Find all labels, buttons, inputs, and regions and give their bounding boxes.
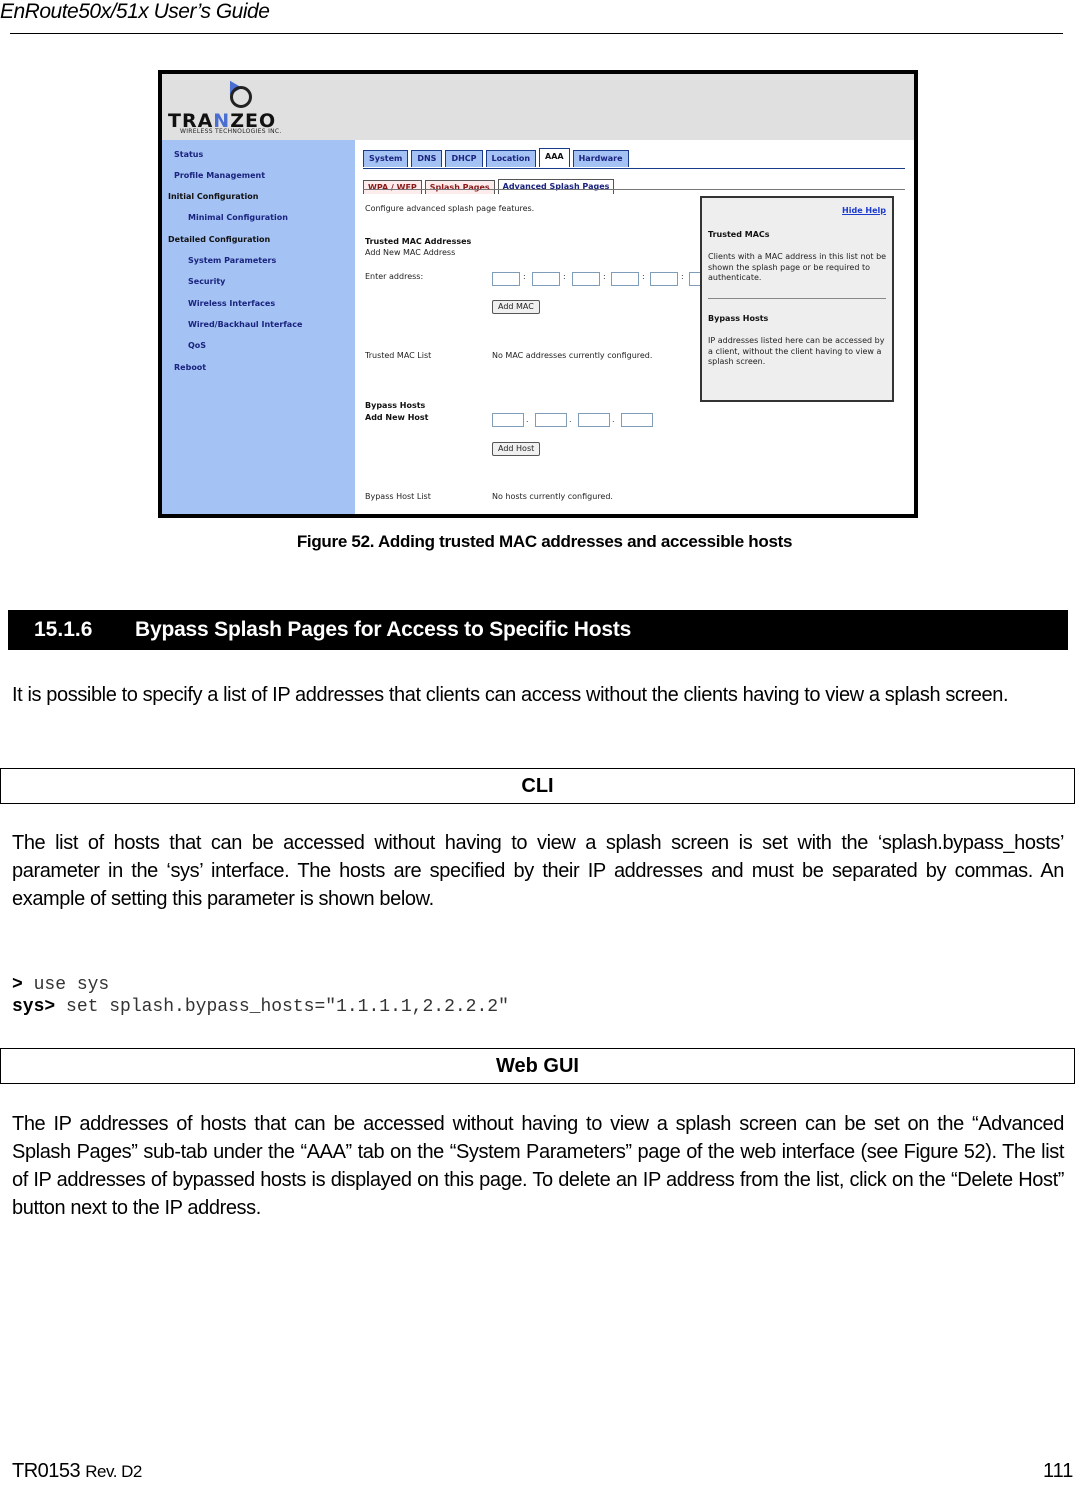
ip-separator: . [569,415,572,424]
subtab-wpa-wep[interactable]: WPA / WEP [363,180,422,194]
figure-caption: Figure 52. Adding trusted MAC addresses … [296,532,793,551]
host-octet-2-input[interactable] [535,413,567,427]
section-title: Bypass Splash Pages for Access to Specif… [135,618,632,641]
subtab-divider [363,189,905,190]
help-panel: Hide Help Trusted MACs Clients with a MA… [700,196,894,402]
cli-heading: CLI [0,768,1075,804]
sidebar-item-qos[interactable]: QoS [188,341,206,350]
section-number: 15.1.6 [34,618,93,641]
tab-dns[interactable]: DNS [411,150,443,167]
enter-address-label: Enter address: [365,272,424,281]
logo-ring-icon [230,86,252,108]
mac-octet-4-input[interactable] [611,272,639,286]
ip-separator: . [526,415,529,424]
sidebar-item-system-parameters[interactable]: System Parameters [188,256,276,265]
trusted-mac-list-value: No MAC addresses currently configured. [492,351,653,360]
mac-separator: : [681,272,684,281]
tab-dhcp[interactable]: DHCP [445,150,483,167]
tab-system[interactable]: System [363,150,409,167]
cli-code-block: > use sys sys> set splash.bypass_hosts="1… [12,974,509,1018]
mac-separator: : [523,272,526,281]
sidebar-item-minimal-configuration[interactable]: Minimal Configuration [188,213,288,222]
mac-octet-5-input[interactable] [650,272,678,286]
mac-octet-2-input[interactable] [532,272,560,286]
figure-screenshot: TRANZEO WIRELESS TECHNOLOGIES INC. Statu… [158,70,918,518]
logo-subtitle: WIRELESS TECHNOLOGIES INC. [180,128,282,135]
footer-page-number: 111 [1043,1460,1074,1482]
section-heading: 15.1.6 Bypass Splash Pages for Access to… [8,610,1068,650]
intro-paragraph: It is possible to specify a list of IP a… [12,684,1009,706]
trusted-mac-list-label: Trusted MAC List [365,351,432,360]
host-octet-1-input[interactable] [492,413,524,427]
sidebar-nav: Status Profile Management Initial Config… [162,140,355,514]
help-bypass-text: IP addresses listed here can be accessed… [708,336,885,366]
sidebar-item-security[interactable]: Security [188,277,225,286]
host-octet-3-input[interactable] [578,413,610,427]
help-trusted-heading: Trusted MACs [708,230,770,239]
webgui-paragraph: The IP addresses of hosts that can be ac… [12,1113,1064,1219]
add-new-mac-label: Add New MAC Address [365,248,456,257]
help-bypass-heading: Bypass Hosts [708,314,769,323]
document-header-title: EnRoute50x/51x User’s Guide [0,0,270,23]
webgui-heading: Web GUI [0,1048,1075,1084]
help-divider [708,298,886,299]
trusted-mac-heading: Trusted MAC Addresses [365,237,472,246]
sidebar-item-detailed-configuration[interactable]: Detailed Configuration [168,235,270,244]
code-line: sys> set splash.bypass_hosts="1.1.1.1,2.… [12,997,509,1017]
add-host-button[interactable]: Add Host [492,442,541,456]
sidebar-item-status[interactable]: Status [174,150,203,159]
bypass-hosts-heading: Bypass Hosts [365,401,426,410]
intro-text: Configure advanced splash page features. [365,204,535,213]
tranzeo-logo: TRANZEO WIRELESS TECHNOLOGIES INC. [166,77,326,138]
hide-help-link[interactable]: Hide Help [842,206,886,215]
sidebar-item-wired-backhaul-interface[interactable]: Wired/Backhaul Interface [188,320,302,329]
mac-octet-1-input[interactable] [492,272,520,286]
subtab-splash-pages[interactable]: Splash Pages [424,180,495,194]
code-line: > use sys [12,975,110,995]
footer-doc-id: TR0153 Rev. D2 [12,1460,142,1482]
mac-separator: : [642,272,645,281]
main-tabs: System DNS DHCP Location AAA Hardware [363,148,632,167]
sub-tabs: WPA / WEP Splash Pages Advanced Splash Pag… [363,175,617,194]
sidebar-item-profile-management[interactable]: Profile Management [174,171,265,180]
add-new-host-label: Add New Host [365,413,429,422]
tab-divider [363,168,905,169]
mac-octet-3-input[interactable] [572,272,600,286]
main-content: System DNS DHCP Location AAA Hardware WPA / W… [355,140,914,514]
header-rule [10,33,1063,34]
tab-location[interactable]: Location [485,150,537,167]
tab-aaa[interactable]: AAA [539,148,570,167]
mac-separator: : [603,272,606,281]
add-mac-button[interactable]: Add MAC [492,300,540,314]
mac-separator: : [563,272,566,281]
ip-separator: . [612,415,615,424]
help-trusted-text: Clients with a MAC address in this list … [708,252,887,282]
sidebar-item-reboot[interactable]: Reboot [174,363,206,372]
sidebar-item-initial-configuration[interactable]: Initial Configuration [168,192,258,201]
subtab-advanced-splash-pages[interactable]: Advanced Splash Pages [497,179,615,194]
app-banner: TRANZEO WIRELESS TECHNOLOGIES INC. [162,74,914,140]
bypass-host-list-value: No hosts currently configured. [492,492,613,501]
host-octet-4-input[interactable] [621,413,653,427]
tab-hardware[interactable]: Hardware [572,150,629,167]
sidebar-item-wireless-interfaces[interactable]: Wireless Interfaces [188,299,275,308]
cli-paragraph: The list of hosts that can be accessed w… [12,832,1064,910]
bypass-host-list-label: Bypass Host List [365,492,431,501]
